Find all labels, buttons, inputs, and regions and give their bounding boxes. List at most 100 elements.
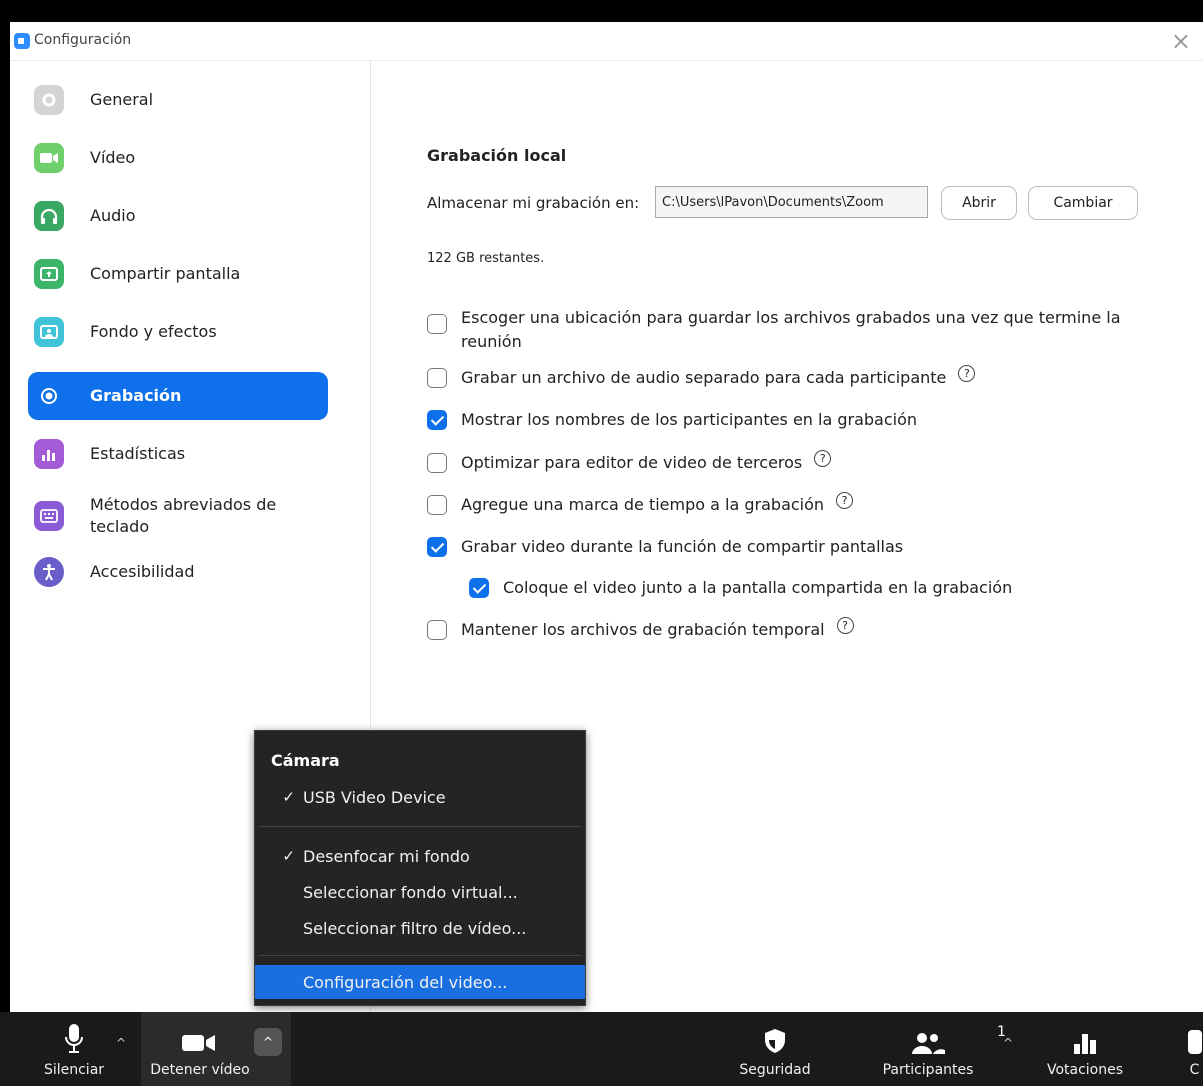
option-optimize-editor: Optimizar para editor de video de tercer… — [427, 450, 832, 475]
help-icon[interactable]: ? — [958, 365, 976, 382]
polls-button[interactable]: Votaciones — [1030, 1012, 1140, 1086]
bar-chart-icon — [1073, 1012, 1097, 1054]
option-label: Grabar video durante la función de compa… — [461, 537, 904, 556]
menu-item-label: Configuración del video... — [303, 972, 508, 992]
mute-label: Silenciar — [43, 1062, 105, 1078]
share-screen-icon — [34, 259, 64, 289]
option-label: Escoger una ubicación para guardar los a… — [461, 308, 1121, 351]
stop-video-control[interactable]: Detener vídeo — [141, 1012, 259, 1086]
choose-location-checkbox[interactable] — [427, 314, 447, 334]
keyboard-icon — [34, 501, 64, 531]
stop-video-label: Detener vídeo — [150, 1062, 250, 1078]
chat-icon — [1187, 1030, 1202, 1054]
menu-item-video-filter[interactable]: Seleccionar filtro de vídeo... — [255, 911, 585, 945]
security-button[interactable]: Seguridad — [720, 1012, 830, 1086]
help-icon[interactable]: ? — [836, 617, 854, 634]
security-label: Seguridad — [739, 1062, 811, 1078]
store-location-label: Almacenar mi grabación en: — [427, 194, 640, 212]
video-camera-icon — [34, 143, 64, 173]
sidebar-item-recording[interactable]: Grabación — [28, 372, 328, 420]
menu-item-blur-background[interactable]: ✓ Desenfocar mi fondo — [255, 839, 585, 873]
video-options-caret-icon[interactable]: ^ — [254, 1028, 282, 1056]
headphones-icon — [34, 201, 64, 231]
menu-header-camera: Cámara — [271, 751, 340, 770]
open-button[interactable]: Abrir — [941, 186, 1017, 220]
sidebar-item-keyboard-shortcuts[interactable]: Métodos abreviados de teclado — [28, 488, 328, 544]
section-title: Grabación local — [427, 146, 567, 165]
sidebar-item-video[interactable]: Vídeo — [28, 134, 328, 182]
timestamp-checkbox[interactable] — [427, 495, 447, 515]
sidebar-item-general[interactable]: General — [28, 76, 328, 124]
option-video-next-to-share: Coloque el video junto a la pantalla com… — [469, 576, 1012, 600]
participants-caret-icon[interactable]: ^ — [1003, 1036, 1013, 1050]
menu-item-usb-video-device[interactable]: ✓ USB Video Device — [255, 780, 585, 814]
truncated-toolbar-button[interactable]: C — [1186, 1012, 1203, 1086]
gear-icon — [34, 85, 64, 115]
option-label: Coloque el video junto a la pantalla com… — [503, 578, 1013, 597]
sidebar-item-share-screen[interactable]: Compartir pantalla — [28, 250, 328, 298]
separate-audio-checkbox[interactable] — [427, 368, 447, 388]
sidebar-item-label: Vídeo — [90, 148, 136, 167]
check-icon: ✓ — [282, 847, 295, 865]
polls-label: Votaciones — [1046, 1062, 1124, 1078]
mute-button[interactable]: Silenciar — [34, 1012, 114, 1086]
option-choose-location: Escoger una ubicación para guardar los a… — [427, 306, 1167, 354]
change-button[interactable]: Cambiar — [1028, 186, 1138, 220]
sidebar-item-label: Fondo y efectos — [90, 322, 217, 341]
microphone-icon — [64, 1012, 84, 1054]
option-label: Optimizar para editor de video de tercer… — [461, 453, 803, 472]
option-label: Mostrar los nombres de los participantes… — [461, 410, 918, 429]
show-names-checkbox[interactable] — [427, 410, 447, 430]
menu-divider — [259, 826, 581, 827]
background-person-icon — [34, 317, 64, 347]
participants-button[interactable]: 1 Participantes — [868, 1012, 1006, 1086]
menu-item-label: Desenfocar mi fondo — [303, 846, 470, 866]
shield-icon — [764, 1012, 786, 1054]
window-title: Configuración — [34, 32, 132, 48]
sidebar-item-label: Estadísticas — [90, 444, 186, 463]
help-icon[interactable]: ? — [836, 492, 854, 509]
participants-label: Participantes — [882, 1062, 974, 1078]
sidebar-item-label: Métodos abreviados de teclado — [90, 495, 277, 536]
accessibility-icon — [34, 557, 64, 587]
title-bar: Configuración × — [10, 22, 1203, 61]
video-camera-icon — [182, 1012, 218, 1054]
optimize-editor-checkbox[interactable] — [427, 453, 447, 473]
close-icon[interactable]: × — [1171, 26, 1191, 56]
sidebar-item-label: Compartir pantalla — [90, 264, 241, 283]
sidebar-item-accessibility[interactable]: Accesibilidad — [28, 548, 328, 596]
help-icon[interactable]: ? — [814, 450, 832, 467]
participants-icon: 1 — [911, 1012, 1006, 1054]
option-timestamp: Agregue una marca de tiempo a la grabaci… — [427, 492, 854, 517]
sidebar-item-label: Audio — [90, 206, 136, 225]
menu-item-label: USB Video Device — [303, 787, 446, 807]
keep-temp-files-checkbox[interactable] — [427, 620, 447, 640]
menu-item-virtual-background[interactable]: Seleccionar fondo virtual... — [255, 875, 585, 909]
menu-item-label: Seleccionar filtro de vídeo... — [303, 918, 527, 938]
sidebar-item-audio[interactable]: Audio — [28, 192, 328, 240]
recording-path-field[interactable] — [655, 186, 928, 218]
storage-remaining: 122 GB restantes. — [427, 251, 545, 266]
sidebar-item-label: General — [90, 90, 154, 109]
option-label: Agregue una marca de tiempo a la grabaci… — [461, 495, 825, 514]
option-separate-audio: Grabar un archivo de audio separado para… — [427, 365, 976, 390]
option-record-video-sharing: Grabar video durante la función de compa… — [427, 535, 903, 559]
meeting-toolbar: Silenciar ^ Detener vídeo ^ Seguridad 1 … — [0, 1012, 1203, 1086]
sidebar-item-background[interactable]: Fondo y efectos — [28, 308, 328, 356]
video-options-menu: Cámara ✓ USB Video Device ✓ Desenfocar m… — [254, 730, 586, 1006]
audio-options-caret-icon[interactable]: ^ — [116, 1036, 126, 1050]
sidebar-item-label: Grabación — [90, 386, 182, 405]
statistics-icon — [34, 439, 64, 469]
sidebar-item-statistics[interactable]: Estadísticas — [28, 430, 328, 478]
option-label: Grabar un archivo de audio separado para… — [461, 368, 947, 387]
record-video-sharing-checkbox[interactable] — [427, 537, 447, 557]
record-icon — [34, 381, 64, 411]
settings-window: Configuración × General Vídeo Audio Comp… — [10, 22, 1203, 1012]
menu-item-video-settings[interactable]: Configuración del video... — [255, 965, 585, 999]
truncated-label: C — [1189, 1062, 1200, 1078]
video-next-to-share-checkbox[interactable] — [469, 578, 489, 598]
menu-divider — [259, 955, 581, 956]
option-show-names: Mostrar los nombres de los participantes… — [427, 408, 917, 432]
check-icon: ✓ — [282, 788, 295, 806]
menu-item-label: Seleccionar fondo virtual... — [303, 882, 518, 902]
